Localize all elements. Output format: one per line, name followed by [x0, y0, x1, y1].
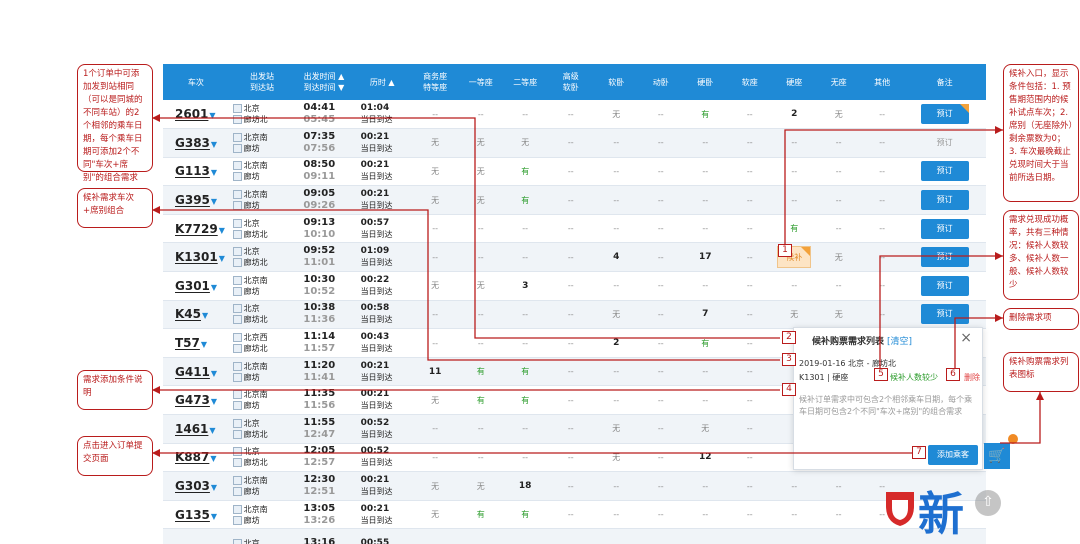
- connector-cart: [1000, 392, 1041, 444]
- marker-5: 5: [874, 368, 888, 381]
- note-success-probability: 需求兑现成功概率，共有三种情况：候补人数较多、候补人数一般、候补人数较少: [1003, 210, 1079, 300]
- annotation-connectors: [152, 114, 1044, 457]
- marker-6: 6: [946, 368, 960, 381]
- note-submit-order: 点击进入订单提交页面: [77, 436, 153, 476]
- note-waitlist-entry: 候补入口，显示条件包括：1. 预售期范围内的候补试点车次；2. 席别（无座除外）…: [1003, 64, 1079, 202]
- connector-2: [152, 117, 780, 339]
- marker-4: 4: [782, 383, 796, 396]
- connector-6: [954, 317, 1003, 370]
- note-train-seat-combo: 候补需求车次+席别组合: [77, 188, 153, 228]
- connector-5: [879, 255, 1003, 370]
- note-condition-explain: 需求添加条件说明: [77, 370, 153, 410]
- marker-2: 2: [782, 331, 796, 344]
- watermark-logo-icon: [886, 492, 914, 526]
- marker-3: 3: [782, 353, 796, 366]
- note-delete-demand: 删除需求项: [1003, 308, 1079, 330]
- scroll-top-icon[interactable]: ⇧: [975, 490, 1001, 516]
- screenshot-canvas: 车次 出发站 到达站 出发时间 ▲ 到达时间 ▼ 历时 ▲ 商务座 特等座 一等座 二…: [0, 0, 1080, 544]
- marker-7: 7: [912, 446, 926, 459]
- watermark-text: 新: [918, 487, 964, 541]
- marker-1: 1: [778, 244, 792, 257]
- note-cart-icon: 候补购票需求列表图标: [1003, 352, 1079, 392]
- note-order-dates: 1个订单中可添加发到站相同（可以是同城的不同车站）的2个相邻的乘车日期，每个乘车…: [77, 64, 153, 183]
- connector-1: [784, 129, 1003, 250]
